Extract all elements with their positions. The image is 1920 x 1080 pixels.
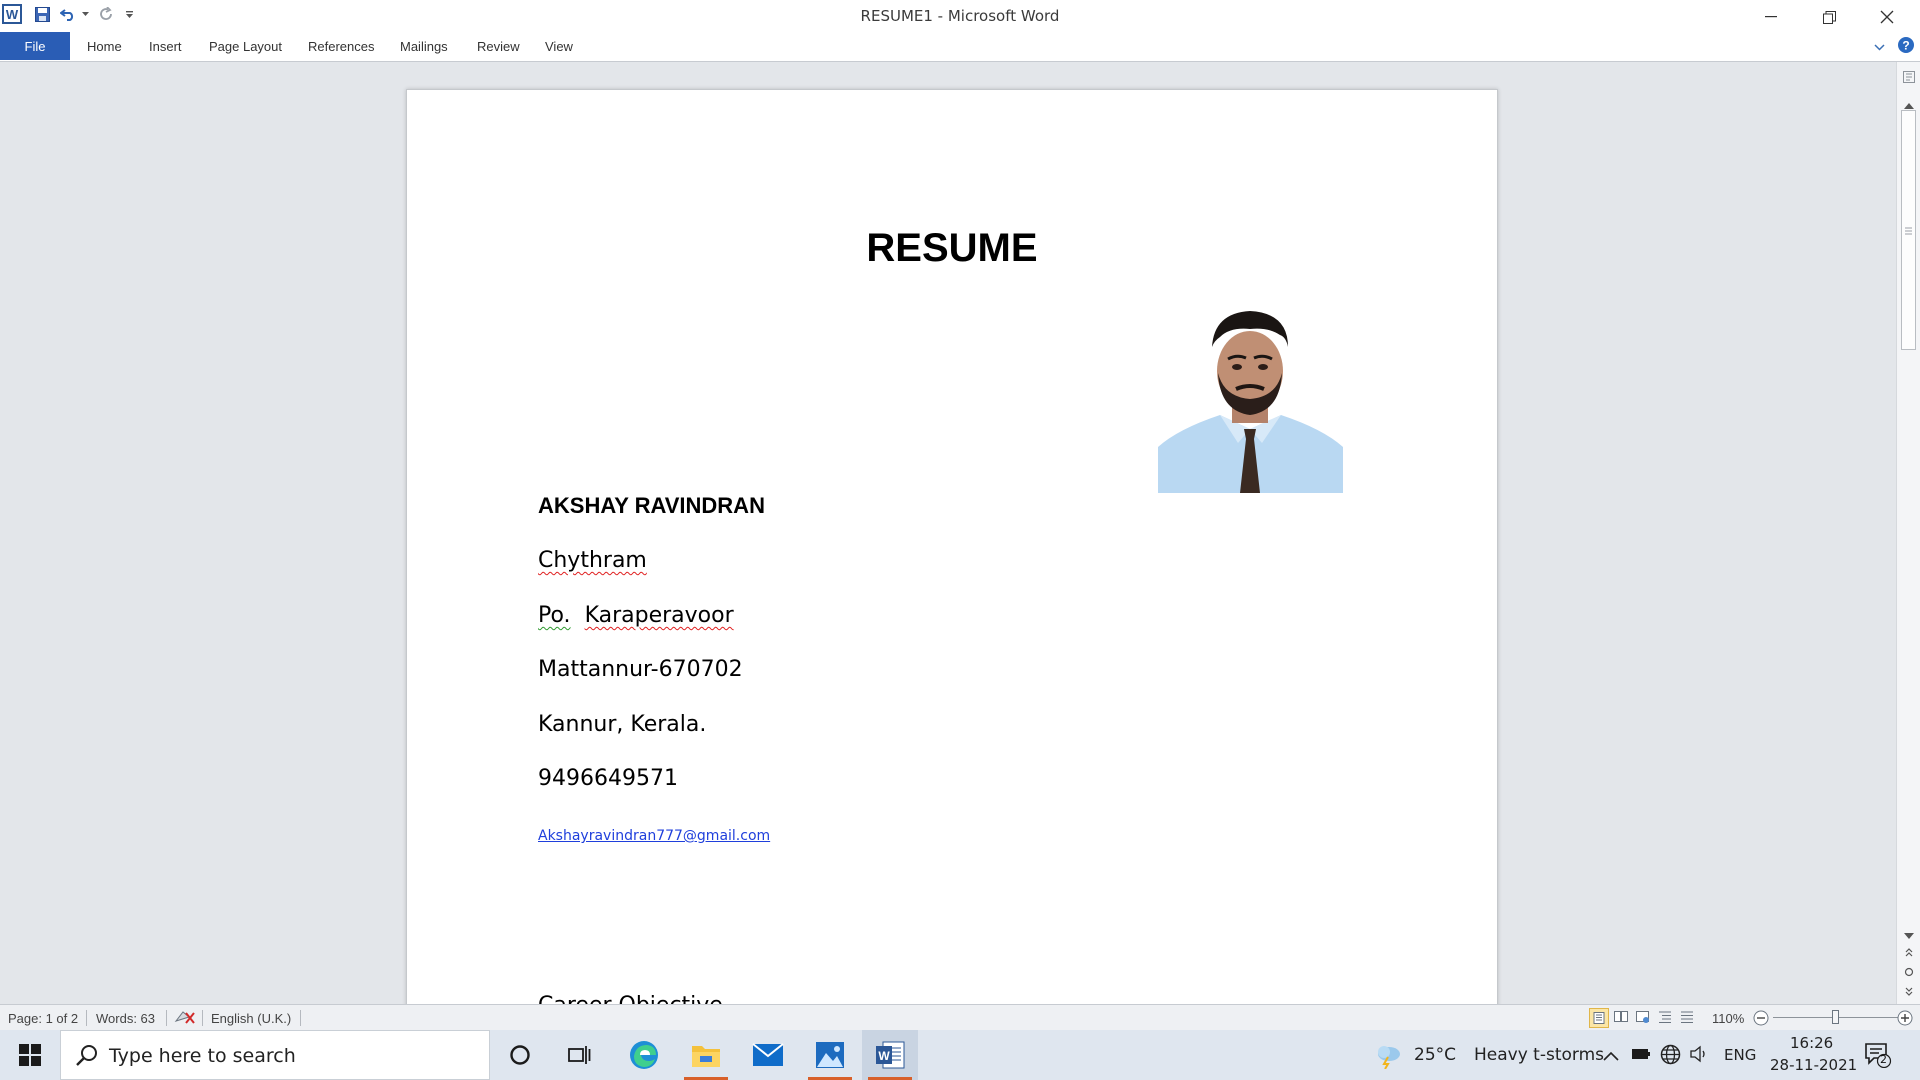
address-line-2: Po. Karaperavoor <box>538 603 734 628</box>
minimize-button[interactable] <box>1742 0 1800 34</box>
tab-view[interactable]: View <box>545 39 573 54</box>
profile-photo[interactable] <box>1158 307 1343 493</box>
ruler-toggle-icon[interactable] <box>1903 70 1915 88</box>
zoom-out-icon[interactable] <box>1753 1010 1769 1029</box>
address-line-1: Chythram <box>538 548 647 573</box>
word-count[interactable]: Words: 63 <box>96 1011 155 1026</box>
weather-storm-icon[interactable] <box>1374 1043 1404 1074</box>
tab-file[interactable]: File <box>0 32 70 60</box>
tab-home[interactable]: Home <box>87 39 122 54</box>
search-box[interactable]: Type here to search <box>60 1030 490 1080</box>
show-hidden-icons-icon[interactable] <box>1603 1048 1619 1066</box>
status-divider <box>166 1010 167 1026</box>
outline-view-icon[interactable] <box>1658 1010 1672 1027</box>
restore-button[interactable] <box>1800 0 1858 34</box>
window-title: RESUME1 - Microsoft Word <box>860 7 1060 25</box>
file-explorer-icon[interactable] <box>678 1030 734 1080</box>
tab-insert[interactable]: Insert <box>149 39 182 54</box>
vertical-scrollbar[interactable] <box>1896 62 1920 1004</box>
page-count[interactable]: Page: 1 of 2 <box>8 1011 78 1026</box>
clock-date[interactable]: 28-11-2021 <box>1770 1056 1857 1074</box>
tab-review[interactable]: Review <box>477 39 520 54</box>
zoom-slider-thumb[interactable] <box>1832 1010 1839 1024</box>
search-icon <box>75 1044 99 1073</box>
task-view-icon[interactable] <box>552 1030 608 1080</box>
clock-time[interactable]: 16:26 <box>1790 1034 1833 1052</box>
document-area: RESUME AKSHAY RAVINDRAN Chythram Po. Kar… <box>0 62 1896 1004</box>
input-language[interactable]: ENG <box>1724 1046 1756 1064</box>
status-bar: Page: 1 of 2 Words: 63 English (U.K.) 11… <box>0 1004 1920 1031</box>
cortana-icon[interactable] <box>492 1030 548 1080</box>
po-prefix: Po. <box>538 603 571 628</box>
previous-page-icon[interactable] <box>1904 944 1914 962</box>
volume-icon[interactable] <box>1690 1045 1710 1068</box>
email-link[interactable]: Akshayravindran777@gmail.com <box>538 828 770 844</box>
po-place: Karaperavoor <box>584 603 734 628</box>
status-divider <box>202 1010 203 1026</box>
tab-mailings[interactable]: Mailings <box>400 39 448 54</box>
address-line-4: Kannur, Kerala. <box>538 712 707 737</box>
network-globe-icon[interactable] <box>1660 1044 1681 1070</box>
phone-number: 9496649571 <box>538 766 678 791</box>
status-divider <box>300 1010 301 1026</box>
minimize-ribbon-icon[interactable] <box>1874 39 1885 57</box>
tab-page-layout[interactable]: Page Layout <box>209 39 282 54</box>
battery-icon[interactable] <box>1631 1047 1651 1066</box>
windows-start-icon[interactable] <box>2 1030 58 1080</box>
scroll-down-icon[interactable] <box>1904 926 1914 944</box>
notification-count: 2 <box>1880 1053 1887 1066</box>
close-button[interactable] <box>1858 0 1916 34</box>
word-taskbar-icon[interactable]: W <box>862 1030 918 1080</box>
status-divider <box>86 1010 87 1026</box>
svg-text:W: W <box>878 1049 890 1063</box>
mail-icon[interactable] <box>740 1030 796 1080</box>
career-objective-heading: Career Objective <box>538 993 723 1004</box>
next-page-icon[interactable] <box>1904 984 1914 1002</box>
address-line-3: Mattannur-670702 <box>538 657 743 682</box>
scroll-thumb[interactable] <box>1901 110 1916 350</box>
document-page[interactable]: RESUME AKSHAY RAVINDRAN Chythram Po. Kar… <box>406 89 1498 1004</box>
print-layout-view-icon[interactable] <box>1589 1008 1609 1028</box>
select-browse-object-icon[interactable] <box>1904 964 1914 982</box>
search-placeholder: Type here to search <box>109 1045 296 1067</box>
svg-text:?: ? <box>1902 39 1909 53</box>
zoom-in-icon[interactable] <box>1897 1010 1913 1029</box>
draft-view-icon[interactable] <box>1680 1010 1694 1027</box>
title-bar: W RESUME1 - Microsoft Word <box>0 0 1920 30</box>
ribbon-tabs: File Home Insert Page Layout References … <box>0 30 1920 62</box>
photos-icon[interactable] <box>802 1030 858 1080</box>
web-layout-icon[interactable] <box>1636 1010 1650 1027</box>
resume-heading: RESUME <box>866 226 1038 270</box>
weather-temperature[interactable]: 25°C <box>1414 1045 1456 1065</box>
taskbar: Type here to search W 25°C Heavy t-storm… <box>0 1030 1920 1080</box>
help-icon[interactable]: ? <box>1897 36 1915 59</box>
language-status[interactable]: English (U.K.) <box>211 1011 291 1026</box>
edge-icon[interactable] <box>616 1030 672 1080</box>
tab-references[interactable]: References <box>308 39 374 54</box>
weather-condition[interactable]: Heavy t-storms <box>1474 1045 1604 1065</box>
notifications-icon[interactable]: 2 <box>1864 1042 1892 1073</box>
candidate-name: AKSHAY RAVINDRAN <box>538 493 765 518</box>
full-screen-reading-icon[interactable] <box>1614 1010 1628 1027</box>
zoom-level[interactable]: 110% <box>1712 1011 1744 1026</box>
proofing-icon[interactable] <box>174 1009 196 1030</box>
